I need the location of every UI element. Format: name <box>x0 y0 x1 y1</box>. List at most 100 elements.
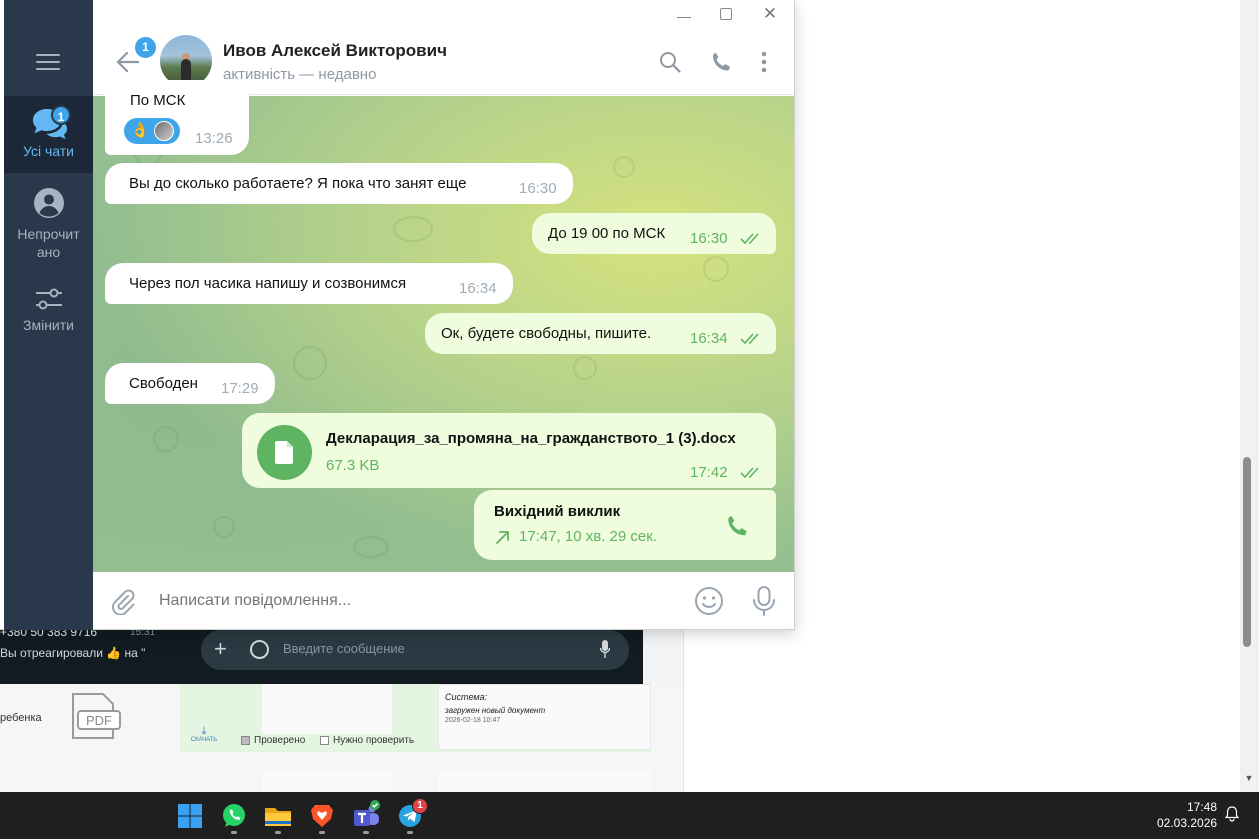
ok-hand-reaction[interactable]: 👌 <box>130 121 150 141</box>
message-time: 16:34 <box>459 280 497 297</box>
taskbar-clock[interactable]: 17:48 02.03.2026 <box>1157 799 1217 831</box>
menu-icon[interactable] <box>36 54 60 70</box>
message-input[interactable] <box>159 592 659 610</box>
brave-icon <box>311 805 333 827</box>
scroll-down-arrow-icon[interactable]: ▼ <box>1243 772 1255 784</box>
sidebar-item-label: ано <box>36 244 61 260</box>
sidebar-item-label: Усі чати <box>23 143 74 159</box>
document-file-icon[interactable] <box>257 425 312 480</box>
download-button[interactable]: ⤓ СКАЧАТЬ <box>190 725 218 744</box>
file-size: 67.3 KB <box>326 457 380 474</box>
microphone-icon[interactable] <box>600 640 610 658</box>
wallpaper-doodle <box>153 426 179 452</box>
whatsapp-icon <box>223 804 245 827</box>
paperclip-icon[interactable] <box>108 587 136 615</box>
message-time: 13:26 <box>195 130 233 147</box>
system-message: загружен новый документ <box>445 706 546 715</box>
wallpaper-doodle <box>573 356 597 380</box>
wallpaper-doodle <box>703 256 729 282</box>
crm-card <box>262 684 392 734</box>
taskbar-file-explorer[interactable] <box>261 799 295 833</box>
maximize-button[interactable] <box>714 4 738 24</box>
message-time: 17:29 <box>221 380 259 397</box>
message-bubble-outgoing[interactable]: До 19 00 по МСК 16:30 <box>532 213 776 254</box>
double-check-icon <box>740 467 759 479</box>
message-time: 16:30 <box>690 230 728 247</box>
running-indicator <box>363 831 369 834</box>
system-date: 2026-02-18 10:47 <box>445 717 501 724</box>
checkbox-icon[interactable] <box>320 736 329 745</box>
close-button[interactable]: ✕ <box>758 4 782 24</box>
system-title: Система: <box>445 692 488 702</box>
taskbar-start-button[interactable] <box>173 799 207 833</box>
double-check-icon <box>740 233 759 245</box>
teams-icon <box>354 800 380 826</box>
plus-icon[interactable]: + <box>214 638 227 660</box>
windows-icon <box>178 804 202 828</box>
emoji-icon[interactable] <box>694 586 724 616</box>
checkbox-icon[interactable] <box>241 736 250 745</box>
needs-check-checkbox[interactable]: Нужно проверить <box>320 735 414 746</box>
wallpaper-doodle <box>293 346 327 380</box>
double-check-icon <box>740 333 759 345</box>
running-indicator <box>275 831 281 834</box>
wallpaper-doodle <box>353 536 389 558</box>
sidebar-item-label: Непрочит <box>17 226 80 242</box>
message-time: 17:42 <box>690 464 728 481</box>
sidebar-item-edit[interactable]: Змінити <box>4 280 93 342</box>
call-back-icon[interactable] <box>724 513 750 539</box>
phone-icon[interactable] <box>709 50 733 74</box>
crm-document-label: ребенка <box>0 712 42 724</box>
taskbar-brave[interactable] <box>305 799 339 833</box>
message-time: 16:34 <box>690 330 728 347</box>
microphone-icon[interactable] <box>752 585 776 617</box>
minimize-button[interactable] <box>672 4 696 24</box>
message-time: 16:30 <box>519 180 557 197</box>
notification-bell-icon[interactable] <box>1225 806 1239 822</box>
clock-time: 17:48 <box>1186 800 1217 814</box>
more-vertical-icon[interactable] <box>752 50 776 74</box>
checkbox-label: Проверено <box>254 735 306 746</box>
file-icon <box>275 441 293 464</box>
message-bubble-incoming[interactable]: По МСК 13:26 <box>105 80 249 155</box>
taskbar-teams[interactable] <box>349 799 383 833</box>
message-bubble-incoming[interactable]: Вы до сколько работаете? Я пока что заня… <box>105 163 573 204</box>
sticker-icon[interactable] <box>250 640 269 659</box>
search-icon[interactable] <box>658 50 682 74</box>
sidebar-item-all-chats[interactable]: Усі чати <box>4 96 93 173</box>
message-reactions[interactable]: 👌 <box>124 118 180 144</box>
page-scrollbar-thumb[interactable] <box>1243 457 1251 647</box>
sidebar-item-unread[interactable]: Непрочит ано <box>4 183 93 263</box>
message-bubble-incoming[interactable]: Через пол часика напишу и созвонимся 16:… <box>105 263 513 304</box>
whatsapp-last-message: Вы отреагировали 👍 на " <box>0 646 146 660</box>
maximize-icon <box>720 8 732 20</box>
reactor-avatar <box>154 121 174 141</box>
contact-name[interactable]: Ивов Алексей Викторович <box>223 41 447 61</box>
call-title: Вихідний виклик <box>494 503 621 520</box>
download-label: СКАЧАТЬ <box>190 737 218 743</box>
checked-checkbox[interactable]: Проверено <box>241 735 305 746</box>
message-text: По МСК <box>130 92 186 109</box>
message-bubble-incoming[interactable]: Свободен 17:29 <box>105 363 275 404</box>
message-text: До 19 00 по МСК <box>548 225 666 242</box>
telegram-badge: 1 <box>412 798 428 814</box>
file-name[interactable]: Декларация_за_промяна_на_гражданството_1… <box>326 430 736 447</box>
running-indicator <box>319 831 325 834</box>
running-indicator <box>407 831 413 834</box>
call-info: 17:47, 10 хв. 29 сек. <box>519 528 657 545</box>
pdf-label: PDF <box>86 713 112 728</box>
page-scrollbar[interactable] <box>1240 0 1259 792</box>
pdf-file-icon[interactable]: PDF <box>70 693 122 739</box>
unread-badge: 1 <box>51 105 71 125</box>
taskbar-whatsapp[interactable] <box>217 799 251 833</box>
sidebar-item-label: Змінити <box>23 317 74 333</box>
outgoing-arrow-icon <box>496 531 509 544</box>
checkbox-label: Нужно проверить <box>333 735 415 746</box>
sidebar-top <box>4 0 93 29</box>
running-indicator <box>231 831 237 834</box>
whatsapp-input[interactable]: Введите сообщение <box>283 641 405 656</box>
message-bubble-outgoing[interactable]: Ок, будете свободны, пишите. 16:34 <box>425 313 776 354</box>
message-text: Свободен <box>129 375 198 392</box>
message-bubble-file[interactable]: 17:42 <box>242 413 776 488</box>
download-icon: ⤓ <box>201 725 207 737</box>
